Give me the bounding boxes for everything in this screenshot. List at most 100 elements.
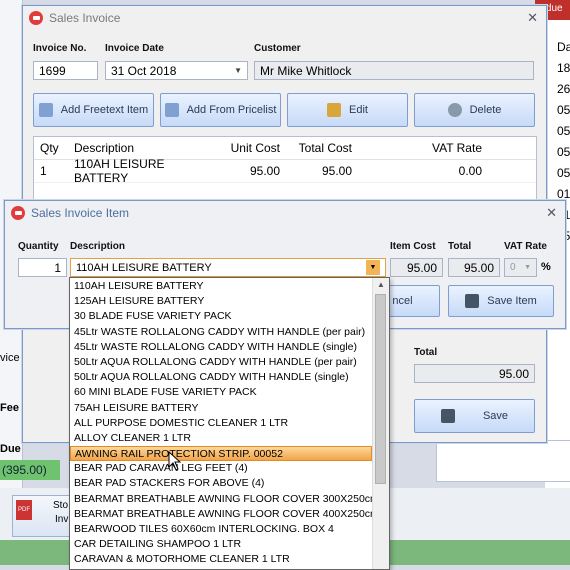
description-label: Description (70, 241, 126, 252)
close-icon[interactable]: ✕ (527, 10, 538, 26)
dropdown-option[interactable]: AWNING RAIL PROTECTION STRIP. 00052 (70, 446, 372, 462)
invoice-lines-grid: Qty Description Unit Cost Total Cost VAT… (33, 136, 537, 200)
save-invoice-button[interactable]: Save (414, 399, 535, 433)
dropdown-option[interactable]: 75AH LEISURE BATTERY (70, 401, 372, 416)
edit-label: Edit (349, 104, 368, 116)
dropdown-option[interactable]: 50Ltr AQUA ROLLALONG CADDY WITH HANDLE (… (70, 370, 372, 385)
invoice-total-field: 95.00 (414, 364, 535, 383)
description-dropdown-list[interactable]: 110AH LEISURE BATTERY 125AH LEISURE BATTE… (69, 277, 390, 570)
dropdown-option[interactable]: BEAR PAD CARAVAN LEG FEET (4) (70, 461, 372, 476)
description-combobox[interactable]: 110AH LEISURE BATTERY ▼ (70, 258, 386, 277)
row-description: 110AH LEISURE BATTERY (74, 157, 165, 185)
bg-date-cell: Date (557, 40, 570, 54)
dropdown-option[interactable]: 45Ltr WASTE ROLLALONG CADDY WITH HANDLE … (70, 325, 372, 340)
app-icon (11, 206, 25, 220)
col-vat-rate[interactable]: VAT Rate (358, 141, 488, 155)
delete-button[interactable]: Delete (414, 93, 535, 127)
invoice-total-label: Total (414, 347, 438, 358)
item-total-field: 95.00 (448, 258, 500, 277)
dropdown-option[interactable]: CARAVAN & MOTORHOME CLEANER 1 LTR (70, 552, 372, 567)
floppy-disk-icon (465, 294, 480, 308)
dropdown-option[interactable]: BEARMAT BREATHABLE AWNING FLOOR COVER 30… (70, 492, 372, 507)
item-cost-label: Item Cost (390, 241, 436, 252)
invoice-date-label: Invoice Date (105, 43, 164, 54)
add-from-pricelist-button[interactable]: Add From Pricelist (160, 93, 281, 127)
dropdown-option[interactable]: 125AH LEISURE BATTERY (70, 294, 372, 309)
table-row[interactable]: 1 110AH LEISURE BATTERY 95.00 95.00 0.00 (34, 157, 536, 185)
bg-date-cell: 01 (557, 187, 570, 201)
col-qty[interactable]: Qty (34, 141, 68, 155)
dropdown-option[interactable]: 60 MINI BLADE FUSE VARIETY PACK (70, 385, 372, 400)
background-grid-fragment (436, 440, 570, 482)
bg-date-cell: 05 (557, 103, 570, 117)
bg-date-cell: 18 (557, 61, 570, 75)
invoice-date-picker[interactable]: 31 Oct 2018 ▼ (105, 61, 248, 80)
invoice-date-value: 31 Oct 2018 (111, 63, 177, 78)
customer-field[interactable]: Mr Mike Whitlock (254, 61, 534, 80)
quantity-label: Quantity (18, 241, 59, 252)
app-icon (29, 11, 43, 25)
item-cost-field[interactable]: 95.00 (390, 258, 443, 277)
delete-label: Delete (469, 104, 502, 116)
store-invoice-button[interactable]: PDF Sto Inv (12, 495, 70, 537)
vat-rate-select[interactable]: 0 ▼ (504, 258, 537, 277)
window-title: Sales Invoice (49, 11, 121, 25)
add-document-icon (38, 103, 53, 117)
vat-rate-value: 0 (510, 262, 516, 273)
dropdown-option[interactable]: ALLOY CLEANER 1 LTR (70, 431, 372, 446)
description-value: 110AH LEISURE BATTERY (76, 261, 212, 274)
invoice-button-label: Inv (55, 514, 69, 525)
dropdown-option[interactable]: BEARMAT BREATHABLE AWNING FLOOR COVER 40… (70, 507, 372, 522)
cancel-label: ncel (392, 295, 413, 307)
quantity-field[interactable]: 1 (18, 258, 67, 277)
dropdown-option[interactable]: CAR DETAILING SHAMPOO 1 LTR (70, 537, 372, 552)
dropdown-option[interactable]: 50Ltr AQUA ROLLALONG CADDY WITH HANDLE (… (70, 355, 372, 370)
edit-pencil-icon (327, 103, 342, 117)
dropdown-option[interactable]: BEAR PAD STACKERS FOR ABOVE (4) (70, 476, 372, 491)
scroll-up-arrow-icon[interactable]: ▲ (376, 280, 386, 290)
save-item-label: Save Item (487, 295, 537, 307)
add-pricelist-label: Add From Pricelist (186, 104, 277, 116)
dropdown-option[interactable]: 110AH LEISURE BATTERY (70, 279, 372, 294)
sales-invoice-titlebar: Sales Invoice ✕ (23, 6, 546, 30)
col-description[interactable]: Description (68, 141, 224, 155)
mouse-cursor-icon (168, 451, 182, 471)
chevron-down-icon[interactable]: ▼ (524, 264, 531, 271)
dropdown-scrollbar[interactable]: ▲ (372, 278, 389, 569)
bg-date-cell: 05 (557, 145, 570, 159)
minus-circle-icon (447, 103, 462, 117)
bg-label-invoice: vice (0, 352, 20, 364)
bg-date-cell: 05 (557, 166, 570, 180)
dropdown-option[interactable]: ALL PURPOSE DOMESTIC CLEANER 1 LTR (70, 416, 372, 431)
row-qty: 1 (40, 164, 47, 178)
bg-label-fee: Fee (0, 402, 19, 414)
due-amount: (395.00) (0, 460, 60, 480)
close-icon[interactable]: ✕ (546, 205, 557, 221)
item-window-title: Sales Invoice Item (31, 206, 130, 220)
add-freetext-item-button[interactable]: Add Freetext Item (33, 93, 154, 127)
invoice-no-field[interactable]: 1699 (33, 61, 98, 80)
chevron-down-icon[interactable]: ▼ (366, 260, 380, 275)
add-list-icon (164, 103, 179, 117)
dropdown-option[interactable]: 30 BLADE FUSE VARIETY PACK (70, 309, 372, 324)
edit-button[interactable]: Edit (287, 93, 408, 127)
scrollbar-thumb[interactable] (375, 294, 386, 484)
percent-sign: % (541, 261, 551, 273)
row-total-cost: 95.00 (321, 164, 352, 178)
row-vat-rate: 0.00 (458, 164, 482, 178)
vat-rate-label: VAT Rate (504, 241, 547, 252)
customer-label: Customer (254, 43, 301, 54)
chevron-down-icon[interactable]: ▼ (234, 66, 242, 75)
bg-date-cell: 05 (557, 124, 570, 138)
col-unit-cost[interactable]: Unit Cost (224, 141, 286, 155)
col-total-cost[interactable]: Total Cost (286, 141, 358, 155)
row-unit-cost: 95.00 (249, 164, 280, 178)
add-freetext-label: Add Freetext Item (60, 104, 149, 116)
floppy-disk-icon (440, 409, 455, 423)
store-button-label: Sto (53, 500, 69, 511)
save-item-button[interactable]: Save Item (448, 285, 554, 317)
item-total-label: Total (448, 241, 472, 252)
dropdown-option[interactable]: 45Ltr WASTE ROLLALONG CADDY WITH HANDLE … (70, 340, 372, 355)
dropdown-option[interactable]: BEARWOOD TILES 60X60cm INTERLOCKING. BOX… (70, 522, 372, 537)
item-window-titlebar: Sales Invoice Item ✕ (5, 201, 565, 225)
